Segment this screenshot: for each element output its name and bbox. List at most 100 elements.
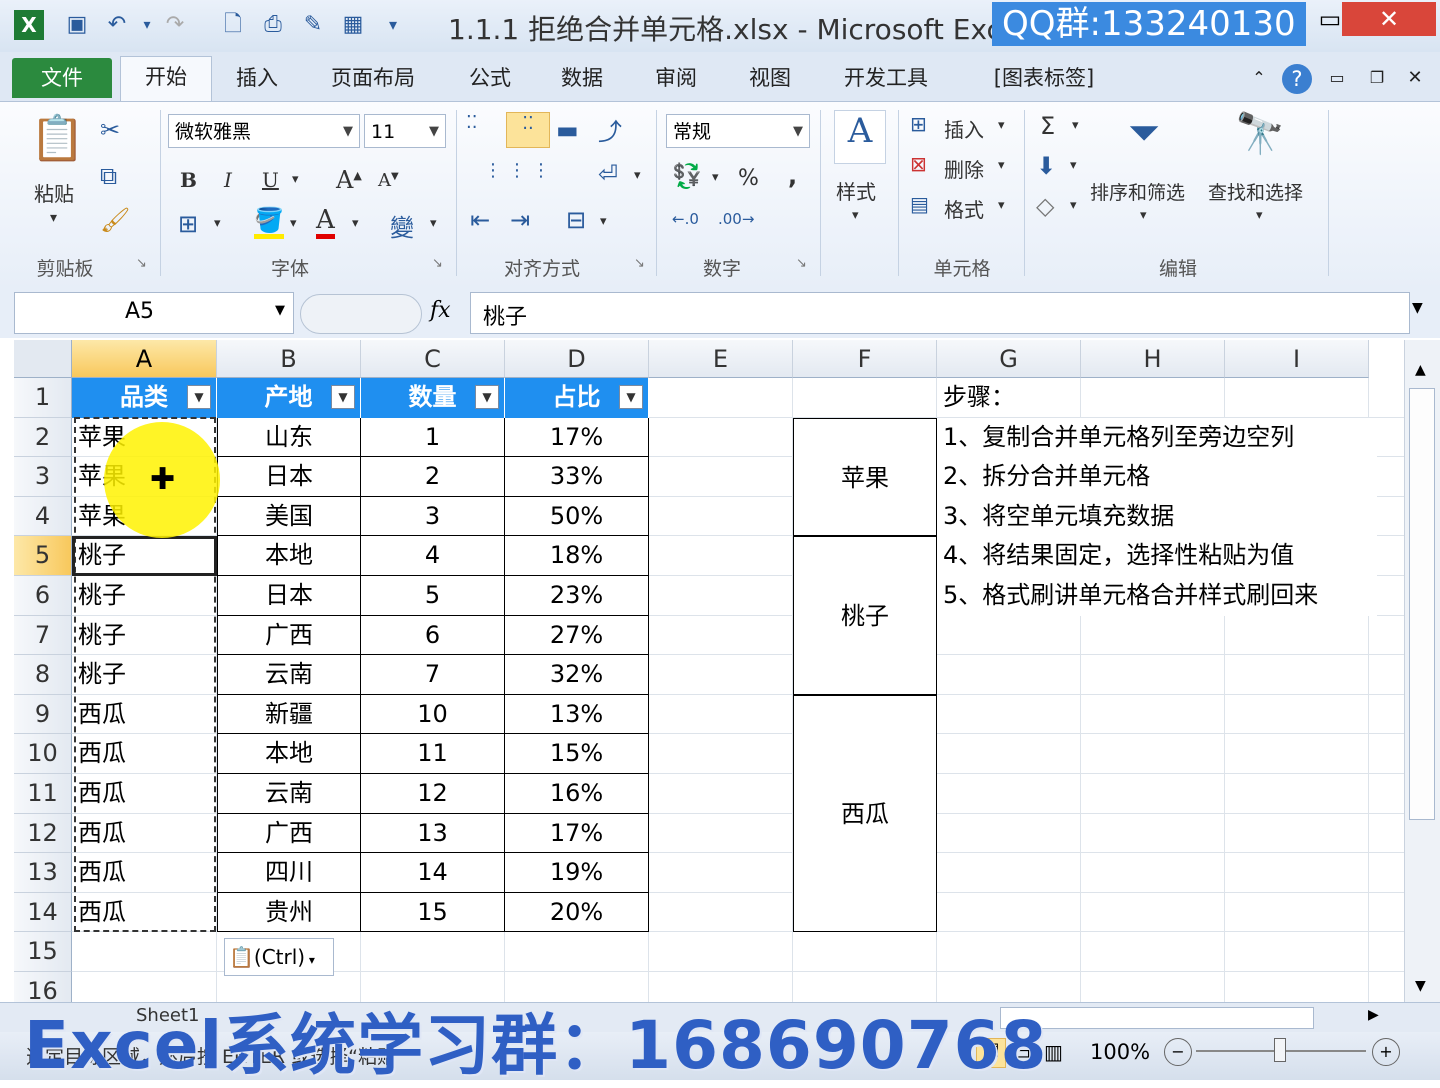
- fill-color-icon[interactable]: 🪣: [254, 206, 284, 239]
- table-cell[interactable]: 四川: [217, 853, 361, 893]
- table-cell[interactable]: 33%: [505, 457, 649, 497]
- column-header-a[interactable]: A: [72, 340, 217, 378]
- paste-icon[interactable]: 📋: [30, 112, 85, 168]
- table-cell[interactable]: 10: [361, 694, 505, 735]
- table-cell[interactable]: 32%: [505, 655, 649, 695]
- font-color-icon[interactable]: A: [316, 206, 335, 239]
- table-cell[interactable]: 云南: [217, 774, 361, 814]
- table-cell[interactable]: 15: [361, 892, 505, 933]
- table-cell[interactable]: 美国: [217, 496, 361, 537]
- format-painter-icon[interactable]: 🖌: [100, 206, 130, 234]
- fill-icon[interactable]: ⬇: [1036, 152, 1056, 180]
- table-cell[interactable]: 贵州: [217, 892, 361, 933]
- filter-dropdown-icon[interactable]: ▼: [619, 385, 643, 409]
- row-header-5[interactable]: 5: [14, 536, 72, 576]
- merged-cell-f[interactable]: 西瓜: [793, 694, 937, 933]
- font-launcher-icon[interactable]: ↘: [432, 256, 443, 271]
- zoom-out-icon[interactable]: −: [1164, 1038, 1192, 1066]
- column-header-g[interactable]: G: [937, 340, 1081, 378]
- autosum-dropdown-icon[interactable]: ▾: [1072, 118, 1079, 133]
- column-header-c[interactable]: C: [361, 340, 505, 378]
- orientation-icon[interactable]: ⤴: [598, 112, 622, 147]
- name-box-dropdown-icon[interactable]: ▼: [275, 303, 285, 318]
- filter-dropdown-icon[interactable]: ▼: [187, 385, 211, 409]
- column-header-f[interactable]: F: [793, 340, 937, 378]
- insert-cells-button[interactable]: 插入: [944, 114, 984, 143]
- table-header-cell[interactable]: 占比 ▼: [505, 378, 649, 418]
- align-bottom-icon[interactable]: ▬: [556, 116, 579, 144]
- table-cell[interactable]: 云南: [217, 655, 361, 695]
- table-cell[interactable]: 11: [361, 734, 505, 774]
- table-header-cell[interactable]: 产地 ▼: [217, 378, 361, 418]
- row-header-3[interactable]: 3: [14, 457, 72, 497]
- format-cells-icon[interactable]: ▤: [910, 192, 929, 216]
- align-buttons-icon[interactable]: ⋮⋮⋮: [484, 160, 556, 181]
- workbook-restore-icon[interactable]: ❐: [1362, 58, 1392, 98]
- percent-button[interactable]: %: [738, 166, 759, 191]
- row-header-9[interactable]: 9: [14, 694, 72, 735]
- format-painter-qa-icon[interactable]: ▦: [338, 10, 368, 40]
- workbook-close-icon[interactable]: ✕: [1400, 58, 1430, 98]
- merge-dropdown-icon[interactable]: ▾: [634, 168, 641, 183]
- quick-print-icon[interactable]: ⎙: [258, 10, 288, 40]
- filter-dropdown-icon[interactable]: ▼: [475, 385, 499, 409]
- column-header-h[interactable]: H: [1081, 340, 1225, 378]
- row-header-15[interactable]: 15: [14, 932, 72, 972]
- merged-cell-f[interactable]: 桃子: [793, 536, 937, 695]
- underline-button[interactable]: U: [262, 168, 279, 192]
- row-header-11[interactable]: 11: [14, 774, 72, 814]
- table-cell[interactable]: 日本: [217, 457, 361, 497]
- copy-icon[interactable]: ⧉: [100, 162, 117, 190]
- row-header-1[interactable]: 1: [14, 378, 72, 418]
- styles-button[interactable]: 样式: [836, 176, 876, 205]
- tab-view[interactable]: 视图: [732, 58, 808, 98]
- number-launcher-icon[interactable]: ↘: [796, 256, 807, 271]
- scroll-right-icon[interactable]: ▶: [1368, 1007, 1379, 1023]
- underline-dropdown-icon[interactable]: ▾: [292, 172, 299, 187]
- font-color-dropdown-icon[interactable]: ▾: [352, 216, 359, 231]
- table-cell[interactable]: 广西: [217, 813, 361, 854]
- format-dropdown-icon[interactable]: ▾: [998, 198, 1005, 213]
- accounting-dropdown-icon[interactable]: ▾: [712, 170, 719, 185]
- name-box[interactable]: A5 ▼: [14, 292, 294, 334]
- border-dropdown-icon[interactable]: ▾: [214, 216, 221, 231]
- scroll-thumb[interactable]: [1409, 388, 1435, 820]
- decrease-indent-icon[interactable]: ⇤: [470, 206, 490, 234]
- number-format-select[interactable]: 常规 ▼: [666, 114, 810, 148]
- table-cell[interactable]: 3: [361, 496, 505, 537]
- table-cell[interactable]: 山东: [217, 417, 361, 458]
- styles-icon[interactable]: A: [834, 110, 886, 164]
- table-cell[interactable]: 50%: [505, 496, 649, 537]
- styles-dropdown-icon[interactable]: ▾: [852, 208, 859, 223]
- table-cell[interactable]: 23%: [505, 576, 649, 616]
- step-item[interactable]: 1、复制合并单元格列至旁边空列: [937, 417, 1377, 458]
- sort-filter-button[interactable]: 排序和筛选: [1090, 178, 1185, 205]
- collapse-ribbon-icon[interactable]: ⌃: [1244, 58, 1274, 98]
- step-item[interactable]: 4、将结果固定，选择性粘贴为值: [937, 536, 1377, 576]
- italic-button[interactable]: I: [224, 168, 232, 192]
- table-cell[interactable]: 13%: [505, 694, 649, 735]
- border-icon[interactable]: ⊞: [178, 210, 198, 238]
- paste-options-button[interactable]: 📋(Ctrl) ▾: [224, 938, 334, 976]
- filter-dropdown-icon[interactable]: ▼: [331, 385, 355, 409]
- clear-icon[interactable]: ◇: [1036, 192, 1054, 220]
- decrease-font-icon[interactable]: A▼: [378, 170, 399, 191]
- step-item[interactable]: 5、格式刷讲单元格合并样式刷回来: [937, 576, 1377, 616]
- table-cell[interactable]: 17%: [505, 417, 649, 458]
- table-header-cell[interactable]: 数量 ▼: [361, 378, 505, 418]
- tab-page-layout[interactable]: 页面布局: [318, 58, 428, 98]
- step-item[interactable]: 2、拆分合并单元格: [937, 457, 1377, 497]
- cut-icon[interactable]: ✂: [100, 116, 120, 144]
- merged-cell-f[interactable]: 苹果: [793, 417, 937, 537]
- table-cell[interactable]: 2: [361, 457, 505, 497]
- help-icon[interactable]: ?: [1282, 64, 1312, 94]
- active-cell-a5[interactable]: [72, 536, 217, 576]
- fill-dropdown-icon[interactable]: ▾: [1070, 158, 1077, 173]
- increase-decimal-icon[interactable]: ←.0: [672, 210, 699, 228]
- print-preview-icon[interactable]: 🗋: [218, 10, 248, 40]
- row-header-8[interactable]: 8: [14, 655, 72, 695]
- table-cell[interactable]: 本地: [217, 734, 361, 774]
- delete-cells-button[interactable]: 删除: [944, 154, 984, 183]
- decrease-decimal-icon[interactable]: .00→: [718, 210, 754, 228]
- vertical-scrollbar[interactable]: ▲ ▼: [1404, 340, 1440, 1002]
